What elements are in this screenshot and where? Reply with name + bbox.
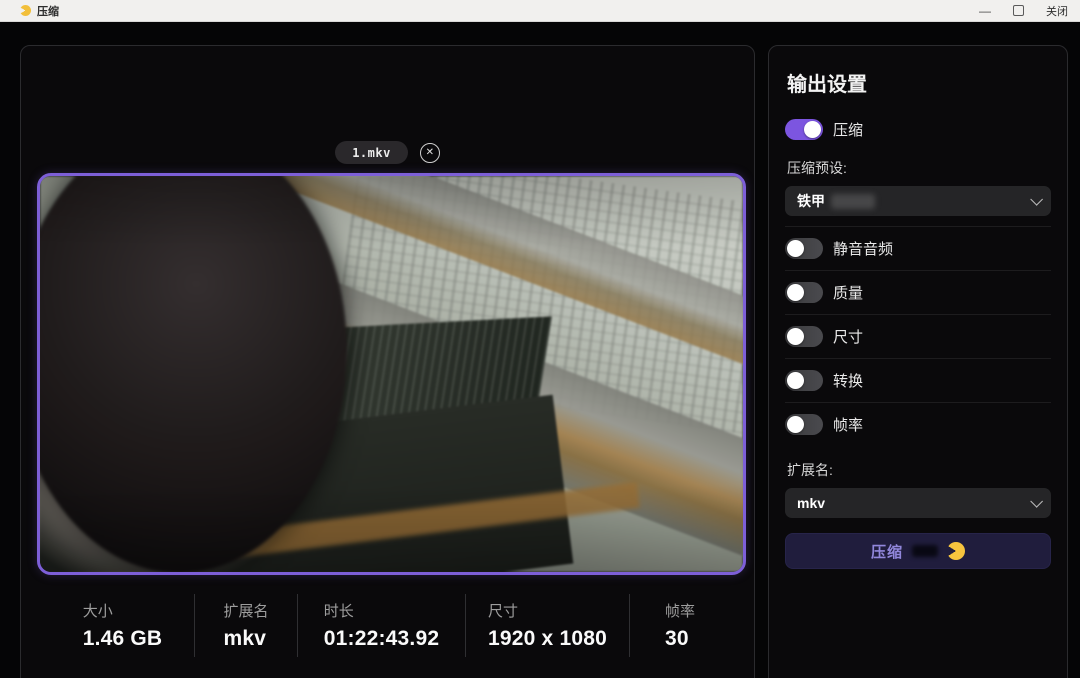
output-settings-panel: 输出设置 压缩 压缩预设: 铁甲 静音音频 质量 尺寸 转换 帧率 扩展名: m… <box>768 45 1068 678</box>
file-tab[interactable]: 1.mkv <box>335 141 408 164</box>
compress-toggle-label: 压缩 <box>833 122 864 139</box>
extension-value: mkv <box>797 495 826 511</box>
stat-label: 时长 <box>323 603 354 620</box>
convert-toggle[interactable] <box>785 370 823 391</box>
compress-toggle-row: 压缩 <box>785 119 1051 140</box>
compress-button-label: 压缩 <box>870 543 903 561</box>
video-preview[interactable] <box>37 173 746 575</box>
quality-row: 质量 <box>785 270 1051 314</box>
stat-label: 扩展名 <box>223 603 269 620</box>
extension-label: 扩展名: <box>787 462 833 478</box>
video-still-cityscape <box>40 176 743 572</box>
chevron-down-icon <box>1030 192 1043 206</box>
window-title: 压缩 <box>37 5 59 18</box>
extension-select[interactable]: mkv <box>785 488 1051 518</box>
remove-file-icon[interactable]: ✕ <box>419 142 440 163</box>
stat-size: 大小 1.46 GB <box>51 594 194 657</box>
stat-value: 1920 x 1080 <box>488 627 607 650</box>
stat-dimensions: 尺寸 1920 x 1080 <box>465 594 629 657</box>
preset-label: 压缩预设: <box>787 160 847 176</box>
stat-duration: 时长 01:22:43.92 <box>297 594 465 657</box>
stat-value: 30 <box>664 627 689 650</box>
stat-extension: 扩展名 mkv <box>194 594 297 657</box>
video-stats: 大小 1.46 GB 扩展名 mkv 时长 01:22:43.92 尺寸 192… <box>51 594 730 657</box>
title-bar: 压缩 — 关闭 <box>0 0 1080 22</box>
framerate-row: 帧率 <box>785 402 1051 446</box>
blurred-text-patch <box>831 193 875 209</box>
pacman-icon <box>947 542 965 560</box>
dimensions-label: 尺寸 <box>833 329 864 346</box>
compress-button[interactable]: 压缩 <box>785 533 1051 569</box>
stat-label: 帧率 <box>664 603 695 620</box>
stat-framerate: 帧率 30 <box>629 594 730 657</box>
quality-toggle[interactable] <box>785 282 823 303</box>
preset-select[interactable]: 铁甲 <box>785 186 1051 216</box>
panel-title: 输出设置 <box>787 74 867 96</box>
preset-value: 铁甲 <box>797 193 825 209</box>
mute-audio-label: 静音音频 <box>833 241 894 258</box>
compress-toggle[interactable] <box>785 119 823 140</box>
stat-label: 尺寸 <box>488 603 519 620</box>
dimensions-row: 尺寸 <box>785 314 1051 358</box>
close-button[interactable]: 关闭 <box>1046 3 1068 19</box>
blurred-text-patch <box>912 545 938 557</box>
mute-audio-row: 静音音频 <box>785 226 1051 270</box>
stat-label: 大小 <box>82 603 113 620</box>
stat-value: 1.46 GB <box>82 627 163 650</box>
mute-audio-toggle[interactable] <box>785 238 823 259</box>
chevron-down-icon <box>1030 494 1043 508</box>
framerate-label: 帧率 <box>833 417 864 434</box>
option-toggle-list: 静音音频 质量 尺寸 转换 帧率 <box>785 226 1051 446</box>
stat-value: mkv <box>223 627 267 650</box>
app-pacman-icon <box>20 5 31 16</box>
convert-label: 转换 <box>833 373 864 390</box>
stat-value: 01:22:43.92 <box>323 627 440 650</box>
dimensions-toggle[interactable] <box>785 326 823 347</box>
quality-label: 质量 <box>833 285 864 302</box>
app-window: 压缩 — 关闭 1.mkv ✕ 大小 1.46 GB 扩展名 mkv 时长 01… <box>0 0 1080 678</box>
minimize-button[interactable]: — <box>979 5 991 17</box>
framerate-toggle[interactable] <box>785 414 823 435</box>
maximize-button[interactable] <box>1013 5 1024 16</box>
convert-row: 转换 <box>785 358 1051 402</box>
file-tab-row: 1.mkv ✕ <box>21 141 754 164</box>
preview-panel: 1.mkv ✕ 大小 1.46 GB 扩展名 mkv 时长 01:22:43.9… <box>20 45 755 678</box>
